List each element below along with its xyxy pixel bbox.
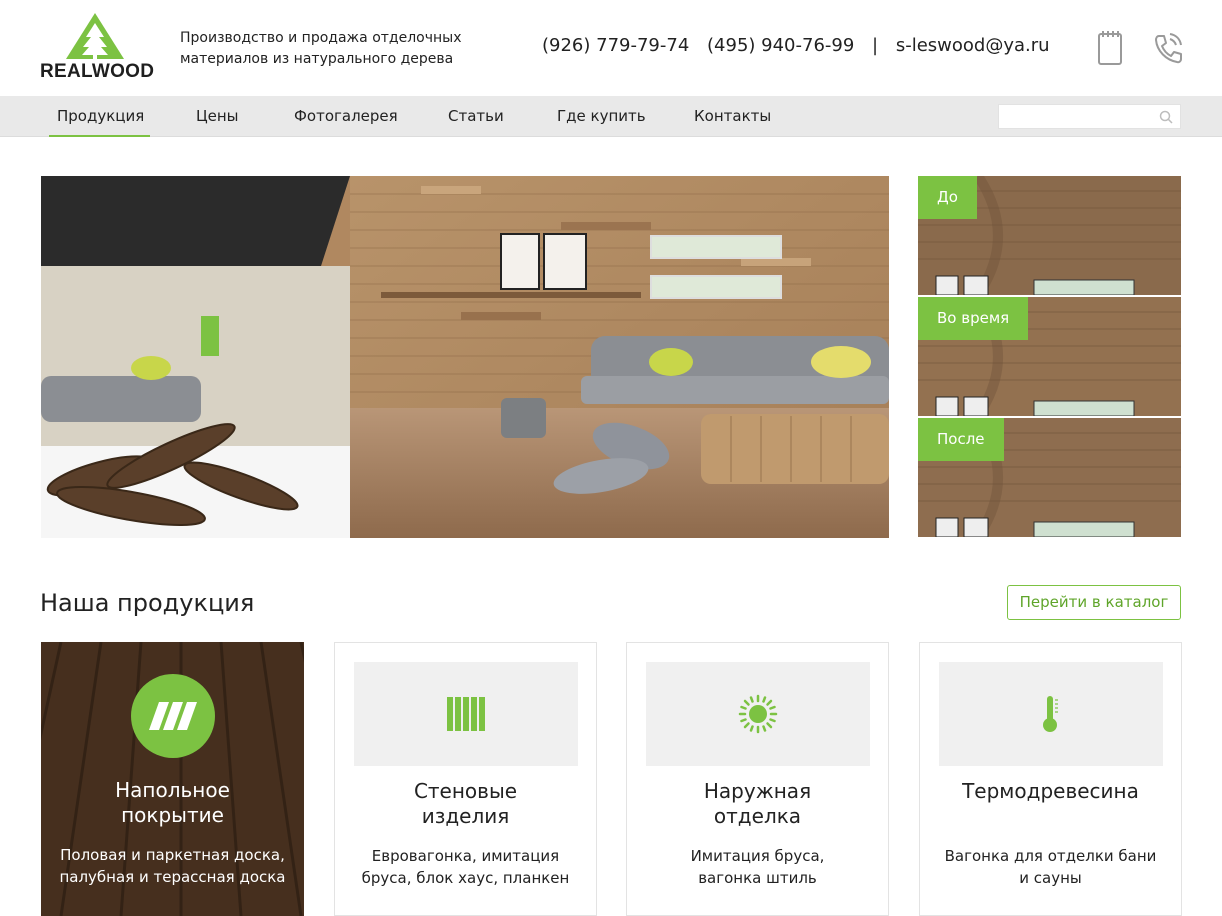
logo[interactable]: REALWOOD <box>40 13 155 82</box>
contact-separator: | <box>872 35 879 56</box>
thumb-before[interactable]: До <box>918 176 1181 295</box>
thermometer-icon <box>1043 696 1058 732</box>
product-card-desc: Евровагонка, имитация бруса, блок хаус, … <box>361 847 570 887</box>
contact-info: (926) 779-79-74 (495) 940-76-99 | s-lesw… <box>542 35 1050 56</box>
product-card-title: Наружная отделка <box>703 779 812 828</box>
product-card-flooring[interactable]: Напольное покрытие Половая и паркетная д… <box>41 642 304 916</box>
product-card-image <box>354 662 578 766</box>
thumb-after-label: После <box>918 418 1004 461</box>
nav-item-products[interactable]: Продукция <box>48 96 151 137</box>
notepad-icon[interactable] <box>1097 30 1123 66</box>
product-card-title: Термодревесина <box>962 779 1139 803</box>
product-card-desc: Вагонка для отделки бани и сауны <box>944 847 1157 887</box>
wall-panels-icon <box>447 697 485 731</box>
search-input[interactable] <box>999 105 1149 128</box>
email-link[interactable]: s-leswood@ya.ru <box>896 35 1050 56</box>
hero-image <box>41 176 889 538</box>
tree-logo-icon <box>66 13 124 59</box>
product-card-wall[interactable]: Стеновые изделия Евровагонка, имитация б… <box>334 642 597 916</box>
nav-item-contacts[interactable]: Контакты <box>694 96 771 137</box>
floor-icon <box>131 674 215 758</box>
nav-item-articles[interactable]: Статьи <box>448 96 504 137</box>
product-card-image <box>939 662 1163 766</box>
phone-icon[interactable] <box>1151 30 1183 66</box>
product-card-title: Стеновые изделия <box>413 779 518 828</box>
main-nav: Продукция Цены Фотогалерея Статьи Где ку… <box>0 96 1222 137</box>
product-card-desc: Половая и паркетная доска, палубная и те… <box>59 846 286 886</box>
hero-slider[interactable] <box>41 176 889 538</box>
product-card-title: Напольное покрытие <box>115 778 230 827</box>
product-card-thermowood[interactable]: Термодревесина Вагонка для отделки бани … <box>919 642 1182 916</box>
search-icon[interactable] <box>1159 110 1173 124</box>
section-title: Наша продукция <box>40 589 255 617</box>
nav-item-gallery[interactable]: Фотогалерея <box>294 96 398 137</box>
thumb-after[interactable]: После <box>918 418 1181 537</box>
nav-item-where-to-buy[interactable]: Где купить <box>557 96 646 137</box>
phone-primary[interactable]: (926) 779-79-74 <box>542 35 689 56</box>
logo-text: REALWOOD <box>40 61 155 82</box>
catalog-button[interactable]: Перейти в каталог <box>1007 585 1181 620</box>
thumb-during[interactable]: Во время <box>918 297 1181 416</box>
search-box <box>998 104 1181 129</box>
thumb-during-label: Во время <box>918 297 1029 340</box>
thumb-before-label: До <box>918 176 977 219</box>
tagline: Производство и продажа отделочных матери… <box>180 30 462 67</box>
sun-icon <box>738 694 778 734</box>
nav-item-prices[interactable]: Цены <box>196 96 239 137</box>
product-card-desc: Имитация бруса, вагонка штиль <box>690 847 825 887</box>
product-card-image <box>646 662 870 766</box>
phone-secondary[interactable]: (495) 940-76-99 <box>707 35 854 56</box>
header: REALWOOD Производство и продажа отделочн… <box>0 0 1222 96</box>
product-card-exterior[interactable]: Наружная отделка Имитация бруса, вагонка… <box>626 642 889 916</box>
